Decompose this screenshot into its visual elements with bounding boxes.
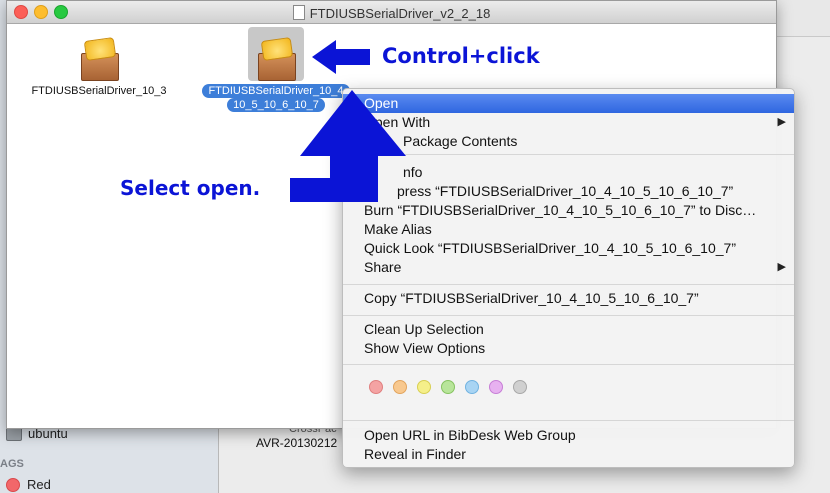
menu-separator bbox=[343, 154, 794, 155]
sidebar-item-red-tag[interactable]: Red bbox=[6, 477, 51, 492]
menu-item-clean-up-selection[interactable]: Clean Up Selection bbox=[343, 320, 794, 339]
tag-red-icon[interactable] bbox=[369, 380, 383, 394]
tag-orange-icon[interactable] bbox=[393, 380, 407, 394]
menu-item-make-alias[interactable]: Make Alias bbox=[343, 220, 794, 239]
control-click-annotation: Control+click bbox=[382, 44, 540, 68]
submenu-arrow-icon: ▶ bbox=[777, 261, 786, 273]
menu-separator bbox=[343, 364, 794, 365]
menu-item-show-package-contents[interactable]: Package Contents bbox=[343, 132, 794, 151]
menu-item-label: Quick Look “FTDIUSBSerialDriver_10_4_10_… bbox=[364, 240, 736, 256]
menu-item-show-view-options[interactable]: Show View Options bbox=[343, 339, 794, 358]
menu-item-label: Make Alias bbox=[364, 221, 432, 237]
menu-item-get-info[interactable]: nfo bbox=[343, 163, 794, 182]
menu-item-open-url-bibdesk[interactable]: Open URL in BibDesk Web Group bbox=[343, 426, 794, 445]
menu-item-label: Reveal in Finder bbox=[364, 446, 466, 462]
package-item-10-3[interactable]: FTDIUSBSerialDriver_10_3 bbox=[21, 33, 177, 97]
menu-separator bbox=[343, 315, 794, 316]
package-icon bbox=[75, 33, 123, 81]
menu-separator bbox=[343, 284, 794, 285]
tag-blue-icon[interactable] bbox=[465, 380, 479, 394]
background-avr-label: AVR-20130212 bbox=[256, 436, 338, 450]
menu-item-label: Burn “FTDIUSBSerialDriver_10_4_10_5_10_6… bbox=[364, 202, 757, 218]
item-label: FTDIUSBSerialDriver_10_3 bbox=[31, 85, 167, 97]
tag-green-icon[interactable] bbox=[441, 380, 455, 394]
window-title-text: FTDIUSBSerialDriver_v2_2_18 bbox=[309, 6, 491, 21]
menu-item-label: Copy “FTDIUSBSerialDriver_10_4_10_5_10_6… bbox=[364, 290, 699, 306]
tag-gray-icon[interactable] bbox=[513, 380, 527, 394]
menu-item-reveal-in-finder[interactable]: Reveal in Finder bbox=[343, 445, 794, 464]
menu-item-label: Open URL in BibDesk Web Group bbox=[364, 427, 576, 443]
package-icon bbox=[252, 33, 300, 81]
sidebar-tags-header: AGS bbox=[0, 458, 24, 470]
menu-item-compress[interactable]: press “FTDIUSBSerialDriver_10_4_10_5_10_… bbox=[343, 182, 794, 201]
folder-proxy-icon[interactable] bbox=[292, 5, 305, 20]
menu-item-label: Package Contents bbox=[403, 133, 518, 149]
tag-purple-icon[interactable] bbox=[489, 380, 503, 394]
window-title: FTDIUSBSerialDriver_v2_2_18 bbox=[7, 5, 776, 21]
red-tag-dot-icon bbox=[6, 477, 20, 492]
select-open-annotation: Select open. bbox=[120, 176, 261, 200]
title-bar[interactable]: FTDIUSBSerialDriver_v2_2_18 bbox=[7, 1, 776, 24]
menu-item-burn[interactable]: Burn “FTDIUSBSerialDriver_10_4_10_5_10_6… bbox=[343, 201, 794, 220]
menu-item-label: press “FTDIUSBSerialDriver_10_4_10_5_10_… bbox=[397, 183, 734, 199]
menu-item-quick-look[interactable]: Quick Look “FTDIUSBSerialDriver_10_4_10_… bbox=[343, 239, 794, 258]
left-arrow-annotation-icon bbox=[312, 40, 370, 74]
tag-yellow-icon[interactable] bbox=[417, 380, 431, 394]
background-toolbar bbox=[776, 0, 830, 37]
menu-separator bbox=[343, 420, 794, 421]
menu-item-open[interactable]: Open bbox=[343, 94, 794, 113]
menu-item-label: Share bbox=[364, 259, 402, 275]
sidebar-item-label: Red bbox=[27, 477, 51, 492]
menu-item-label: Clean Up Selection bbox=[364, 321, 484, 337]
menu-item-open-with[interactable]: Open With ▶ bbox=[343, 113, 794, 132]
menu-item-label: Show View Options bbox=[364, 340, 486, 356]
submenu-arrow-icon: ▶ bbox=[777, 116, 786, 128]
menu-item-copy[interactable]: Copy “FTDIUSBSerialDriver_10_4_10_5_10_6… bbox=[343, 289, 794, 308]
menu-item-share[interactable]: Share ▶ bbox=[343, 258, 794, 277]
up-arrow-annotation-icon bbox=[290, 90, 406, 202]
